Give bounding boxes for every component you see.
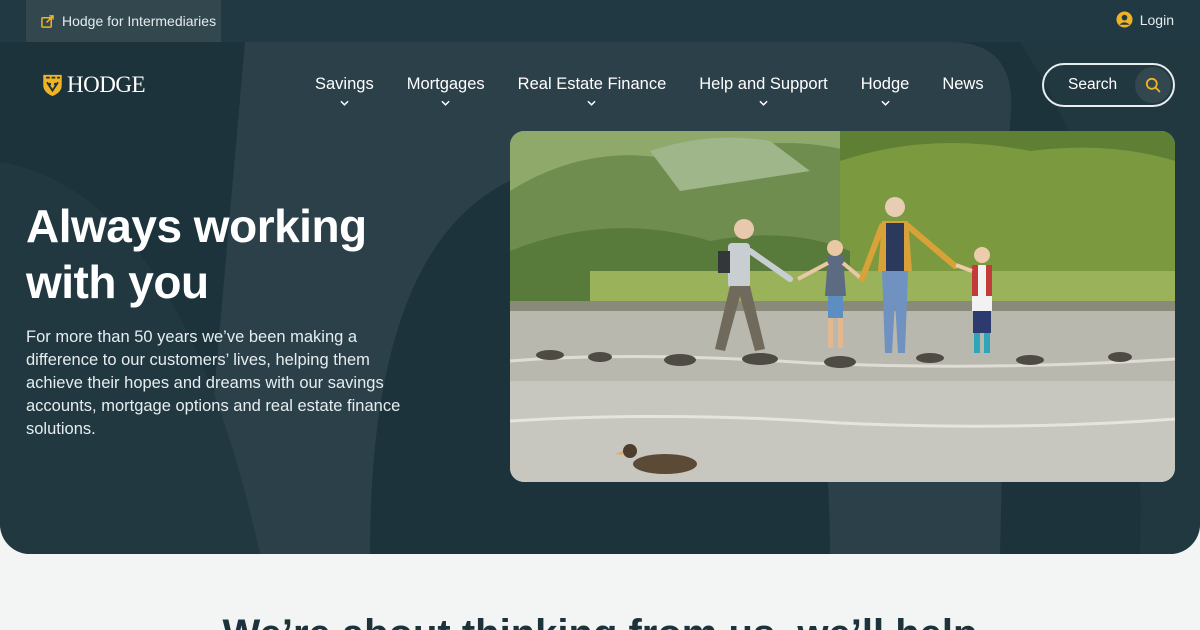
nav-item-label: News — [942, 75, 984, 93]
hero-title-line-2: with you — [26, 256, 209, 308]
hero-family-river-photo — [510, 131, 1175, 482]
hodge-logo[interactable]: HODGE — [42, 72, 146, 98]
nav-item-label: Savings — [315, 75, 374, 93]
chevron-down-icon — [880, 100, 890, 106]
intermediaries-link[interactable]: Hodge for Intermediaries — [26, 0, 221, 42]
search-icon — [1145, 77, 1161, 93]
hero-section: HODGE Savings Mortgages Real Estate Fina… — [0, 42, 1200, 554]
hero-title: Always working with you — [26, 198, 486, 310]
nav-item-hodge[interactable]: Hodge — [860, 75, 910, 106]
main-navigation: Savings Mortgages Real Estate Finance He… — [315, 75, 1017, 106]
nav-item-label: Help and Support — [699, 75, 828, 93]
login-label: Login — [1139, 11, 1174, 28]
nav-item-label: Hodge — [860, 75, 910, 93]
hero-title-line-1: Always working — [26, 200, 367, 252]
external-link-icon — [41, 14, 54, 28]
nav-item-news[interactable]: News — [942, 75, 983, 94]
hero-description: For more than 50 years we’ve been making… — [26, 328, 401, 438]
shield-icon — [43, 74, 62, 97]
search-label: Search — [1068, 76, 1118, 93]
nav-item-real-estate-finance[interactable]: Real Estate Finance — [517, 75, 667, 106]
utility-bar: Hodge for Intermediaries Login — [0, 0, 1200, 42]
login-button[interactable]: Login — [1116, 11, 1174, 28]
section-heading: We’re about thinking from us, we’ll help — [0, 612, 1200, 630]
chevron-down-icon — [587, 100, 597, 106]
chevron-down-icon — [759, 100, 768, 106]
user-circle-icon — [1116, 11, 1133, 28]
nav-item-savings[interactable]: Savings — [315, 75, 374, 106]
search-icon-circle — [1135, 67, 1171, 103]
intermediaries-label: Hodge for Intermediaries — [62, 13, 217, 29]
nav-item-label: Mortgages — [406, 75, 485, 93]
chevron-down-icon — [340, 100, 349, 106]
nav-item-help-and-support[interactable]: Help and Support — [699, 75, 828, 106]
nav-item-mortgages[interactable]: Mortgages — [406, 75, 485, 106]
chevron-down-icon — [441, 100, 450, 106]
nav-item-label: Real Estate Finance — [517, 75, 667, 93]
logo-text: HODGE — [67, 72, 146, 97]
search-button[interactable]: Search — [1042, 63, 1175, 107]
